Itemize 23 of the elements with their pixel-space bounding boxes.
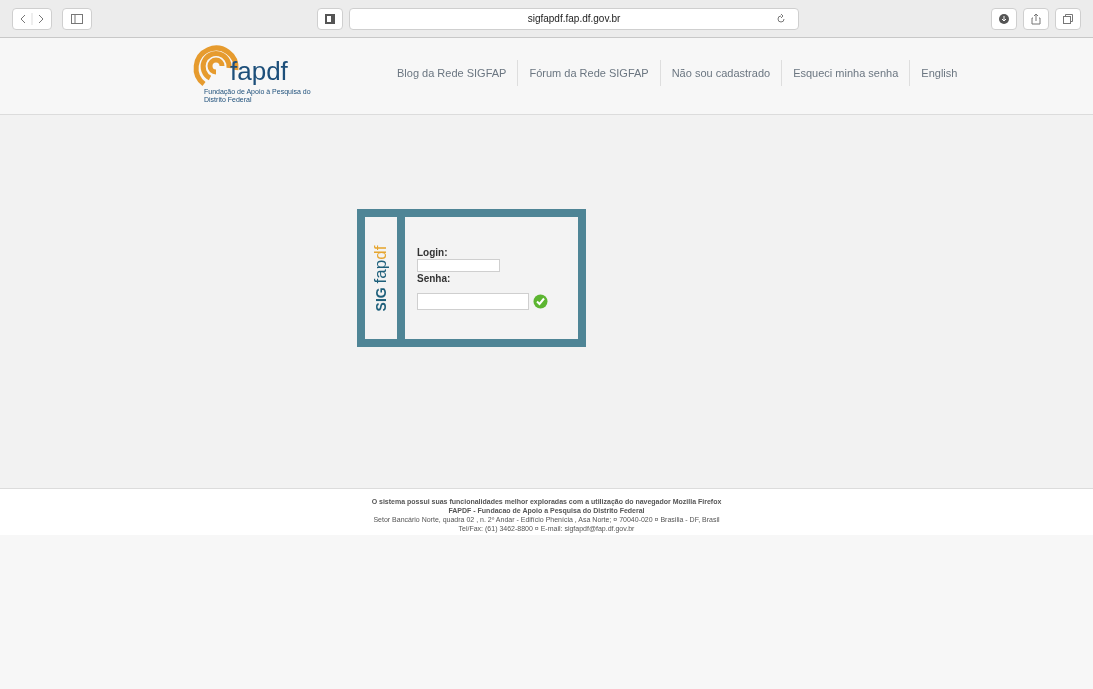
nav-link[interactable]: English — [909, 60, 969, 86]
logo-wordmark: fapdf — [230, 58, 288, 84]
sig-fapdf-logo: SIG fapdf — [372, 245, 390, 311]
sidebar-button[interactable] — [62, 7, 92, 30]
nav-link[interactable]: Blog da Rede SIGFAP — [386, 60, 518, 86]
address-bar[interactable]: sigfapdf.fap.df.gov.br — [349, 7, 799, 30]
nav-link[interactable]: Esqueci minha senha — [781, 60, 910, 86]
sidebar-icon — [71, 13, 83, 24]
nav-link[interactable]: Fórum da Rede SIGFAP — [517, 60, 660, 86]
login-input[interactable] — [417, 259, 500, 272]
tabs-icon — [1063, 13, 1073, 24]
tabs-button[interactable] — [1055, 7, 1081, 30]
reload-icon[interactable] — [776, 13, 786, 24]
nav-link[interactable]: Não sou cadastrado — [659, 60, 782, 86]
extension-button[interactable] — [317, 7, 343, 30]
download-icon — [999, 13, 1009, 24]
check-submit-icon[interactable] — [533, 294, 548, 309]
field-label: Senha: — [417, 273, 452, 285]
download-button[interactable] — [991, 7, 1017, 30]
share-icon — [1031, 12, 1041, 25]
extension-icon-glyph — [324, 12, 336, 25]
password-input[interactable] — [417, 293, 529, 310]
field-label: Login: — [417, 247, 449, 259]
